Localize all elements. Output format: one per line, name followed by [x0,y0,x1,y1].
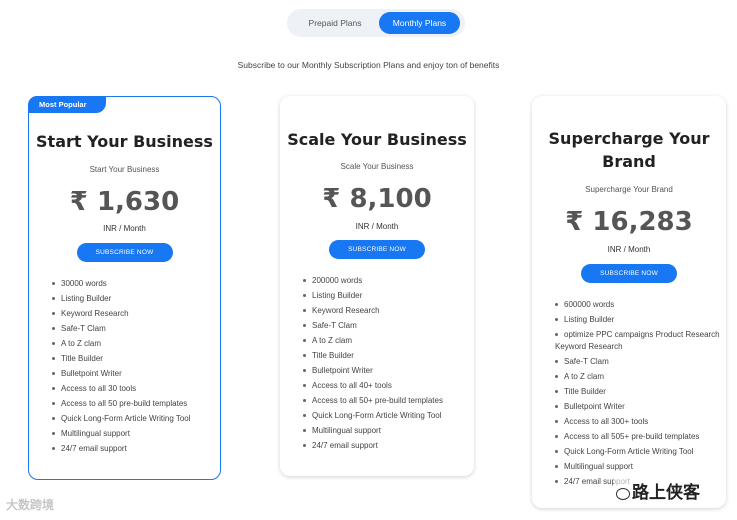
watermark-right: 路上侠客 [614,478,702,503]
plan-card-supercharge: Supercharge Your Brand Supercharge Your … [532,96,726,508]
plan-type-toggle: Prepaid Plans Monthly Plans [287,9,465,37]
feature-item: Title Builder [555,386,723,398]
feature-list: 200000 words Listing Builder Keyword Res… [303,275,463,455]
plan-subtitle: Start Your Business [89,165,160,174]
monthly-plans-tab[interactable]: Monthly Plans [379,12,460,34]
feature-item: Access to all 505+ pre-build templates [555,431,723,443]
plan-card-scale: Scale Your Business Scale Your Business … [280,96,474,476]
feature-item: 600000 words [555,299,723,311]
subscribe-button[interactable]: SUBSCRIBE NOW [76,243,173,262]
subscribe-button[interactable]: SUBSCRIBE NOW [581,264,677,283]
feature-item: Safe-T Clam [303,320,463,332]
feature-item: Title Builder [303,350,463,362]
feature-item: Multilingual support [555,461,723,473]
feature-item: Multilingual support [303,425,463,437]
feature-list: 600000 words Listing Builder optimize PP… [555,299,723,491]
plan-period: INR / Month [355,222,399,231]
feature-item: Listing Builder [303,290,463,302]
feature-item: Safe-T Clam [52,323,212,335]
feature-item: Title Builder [52,353,212,365]
feature-item: Access to all 40+ tools [303,380,463,392]
feature-item: Keyword Research [52,308,212,320]
intro-text: Subscribe to our Monthly Subscription Pl… [237,60,500,70]
feature-item: A to Z clam [555,371,723,383]
plan-period: INR / Month [103,224,146,233]
feature-item: Quick Long-Form Article Writing Tool [303,410,463,422]
watermark-right-text: 路上侠客 [632,483,700,502]
feature-item: Safe-T Clam [555,356,723,368]
feature-item: Listing Builder [555,314,723,326]
watermark-left: 大数跨境 [6,498,55,512]
plan-title: Scale Your Business [287,130,467,149]
feature-item: Access to all 50 pre-build templates [52,398,212,410]
plan-period: INR / Month [607,245,651,254]
feature-item: 200000 words [303,275,463,287]
feature-item: Quick Long-Form Article Writing Tool [555,446,723,458]
feature-item: Quick Long-Form Article Writing Tool [52,413,212,425]
plan-title: Supercharge Your Brand [548,129,710,171]
feature-item: A to Z clam [52,338,212,350]
wechat-icon [616,487,630,500]
plan-title: Start Your Business [36,132,213,151]
feature-item: Multilingual support [52,428,212,440]
feature-item: 24/7 email support [303,440,463,452]
plan-subtitle: Scale Your Business [340,162,414,171]
feature-item: Bulletpoint Writer [52,368,212,380]
feature-item: A to Z clam [303,335,463,347]
plan-price: ₹ 8,100 [322,184,432,214]
feature-item: Access to all 300+ tools [555,416,723,428]
prepaid-plans-tab[interactable]: Prepaid Plans [293,12,377,34]
plan-price: ₹ 16,283 [565,207,693,237]
plan-card-start: Most Popular Start Your Business Start Y… [28,96,221,480]
most-popular-badge: Most Popular [28,96,106,113]
feature-item: 30000 words [52,278,212,290]
feature-item: Keyword Research [303,305,463,317]
feature-item: Listing Builder [52,293,212,305]
feature-item: Access to all 30 tools [52,383,212,395]
feature-item: Bulletpoint Writer [555,401,723,413]
feature-item: 24/7 email support [52,443,212,455]
subscribe-button[interactable]: SUBSCRIBE NOW [329,240,425,259]
feature-item: Access to all 50+ pre-build templates [303,395,463,407]
feature-item: Bulletpoint Writer [303,365,463,377]
feature-item: optimize PPC campaigns Product Research … [555,329,723,353]
plan-subtitle: Supercharge Your Brand [585,185,673,194]
feature-list: 30000 words Listing Builder Keyword Rese… [52,278,212,458]
plan-price: ₹ 1,630 [69,187,180,217]
